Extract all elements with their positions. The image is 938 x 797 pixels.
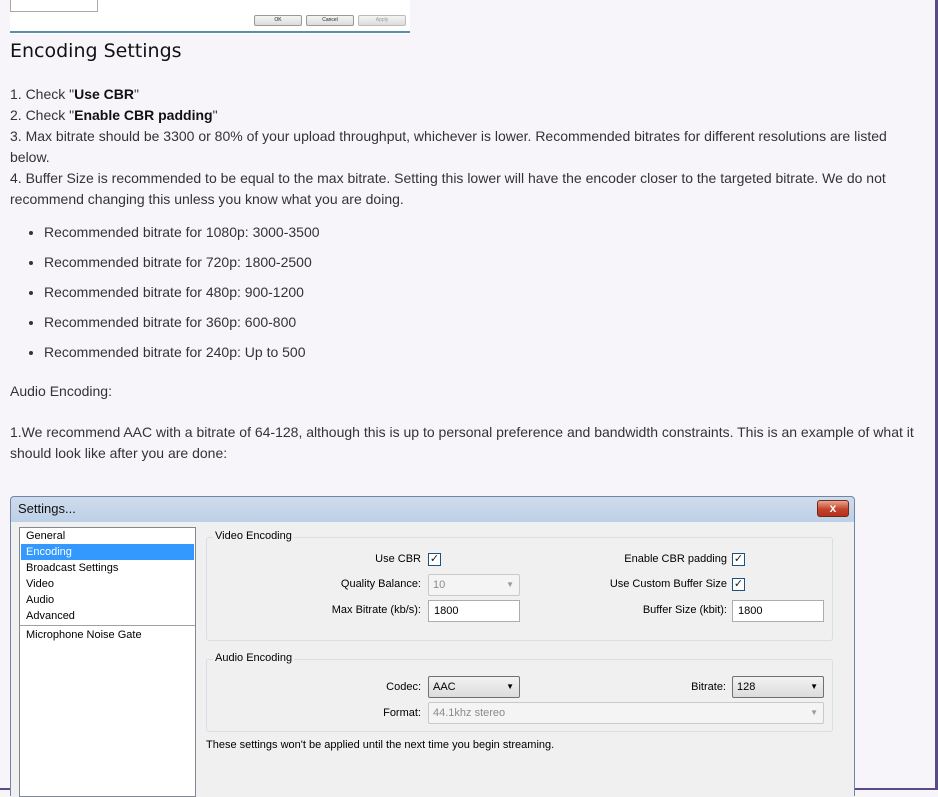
top-panel-fragment (10, 0, 98, 12)
format-value: 44.1khz stereo (433, 707, 506, 719)
max-bitrate-label: Max Bitrate (kb/s): (331, 604, 421, 616)
top-screenshot-fragment: OK Cancel Apply (10, 0, 410, 34)
cancel-button[interactable]: Cancel (306, 15, 354, 26)
video-encoding-label: Video Encoding (213, 530, 294, 542)
list-item: Recommended bitrate for 720p: 1800-2500 (44, 252, 920, 273)
audio-encoding-group: Audio Encoding Codec: AAC ▼ Bitrate: 128… (206, 652, 833, 732)
sidebar-item-audio[interactable]: Audio (20, 592, 195, 608)
settings-dialog: Settings... x General Encoding Broadcast… (10, 496, 855, 797)
list-item: Recommended bitrate for 480p: 900-1200 (44, 282, 920, 303)
sidebar-separator (20, 625, 195, 626)
step-1: 1. Check "Use CBR" (10, 84, 920, 105)
step-2: 2. Check "Enable CBR padding" (10, 105, 920, 126)
sidebar-item-video[interactable]: Video (20, 576, 195, 592)
step-1-prefix: 1. Check " (10, 86, 75, 102)
format-select[interactable]: 44.1khz stereo ▼ (428, 702, 824, 724)
codec-select[interactable]: AAC ▼ (428, 676, 520, 698)
sidebar-item-advanced[interactable]: Advanced (20, 608, 195, 624)
buffer-size-input[interactable]: 1800 (732, 600, 824, 622)
step-2-bold: Enable CBR padding (74, 107, 213, 123)
step-1-suffix: " (134, 86, 139, 102)
close-button[interactable]: x (817, 500, 849, 517)
dialog-title: Settings... (18, 501, 76, 516)
chevron-down-icon: ▼ (506, 682, 514, 691)
audio-encoding-title: Audio Encoding: (10, 383, 112, 399)
bitrate-list: Recommended bitrate for 1080p: 3000-3500… (10, 222, 920, 363)
quality-balance-label: Quality Balance: (340, 578, 421, 590)
enable-cbr-padding-checkbox[interactable]: ✓ (732, 553, 745, 566)
dialog-titlebar[interactable]: Settings... x (11, 497, 854, 521)
buffer-size-label: Buffer Size (kbit): (642, 604, 727, 616)
list-item: Recommended bitrate for 240p: Up to 500 (44, 342, 920, 363)
bitrate-value: 128 (737, 681, 756, 693)
sidebar-item-general[interactable]: General (20, 528, 195, 544)
use-custom-buffer-label: Use Custom Buffer Size (609, 578, 727, 590)
enable-cbr-padding-label: Enable CBR padding (624, 553, 727, 565)
video-encoding-group: Video Encoding Use CBR ✓ Enable CBR padd… (206, 530, 833, 641)
audio-encoding-label: Audio Encoding (213, 652, 295, 664)
codec-label: Codec: (386, 681, 421, 693)
step-1-bold: Use CBR (74, 86, 135, 102)
bitrate-label: Bitrate: (691, 681, 726, 693)
page-title: Encoding Settings (10, 40, 182, 62)
max-bitrate-input[interactable]: 1800 (428, 600, 520, 622)
article-content: 1. Check "Use CBR" 2. Check "Enable CBR … (10, 84, 920, 464)
sidebar-item-broadcast-settings[interactable]: Broadcast Settings (20, 560, 195, 576)
codec-value: AAC (433, 681, 456, 693)
quality-balance-select[interactable]: 10 ▼ (428, 574, 520, 596)
sidebar-item-encoding[interactable]: Encoding (21, 544, 194, 560)
use-custom-buffer-checkbox[interactable]: ✓ (732, 578, 745, 591)
settings-sidebar: General Encoding Broadcast Settings Vide… (19, 527, 196, 797)
format-label: Format: (383, 707, 421, 719)
list-item: Recommended bitrate for 360p: 600-800 (44, 312, 920, 333)
dialog-body: General Encoding Broadcast Settings Vide… (11, 522, 854, 797)
chevron-down-icon: ▼ (810, 682, 818, 691)
streaming-note: These settings won't be applied until th… (206, 739, 555, 751)
use-cbr-checkbox[interactable]: ✓ (428, 553, 441, 566)
chevron-down-icon: ▼ (506, 580, 514, 589)
step-3: 3. Max bitrate should be 3300 or 80% of … (10, 128, 887, 165)
bitrate-select[interactable]: 128 ▼ (732, 676, 824, 698)
step-2-prefix: 2. Check " (10, 107, 75, 123)
step-2-suffix: " (212, 107, 218, 123)
ok-button[interactable]: OK (254, 15, 302, 26)
sidebar-item-microphone-noise-gate[interactable]: Microphone Noise Gate (20, 627, 195, 643)
apply-button[interactable]: Apply (358, 15, 406, 26)
use-cbr-label: Use CBR (375, 553, 421, 565)
step-4: 4. Buffer Size is recommended to be equa… (10, 170, 886, 207)
quality-balance-value: 10 (433, 579, 446, 591)
list-item: Recommended bitrate for 1080p: 3000-3500 (44, 222, 920, 243)
screenshot-divider (10, 31, 410, 33)
audio-encoding-text: 1.We recommend AAC with a bitrate of 64-… (10, 424, 914, 461)
chevron-down-icon: ▼ (810, 708, 818, 717)
